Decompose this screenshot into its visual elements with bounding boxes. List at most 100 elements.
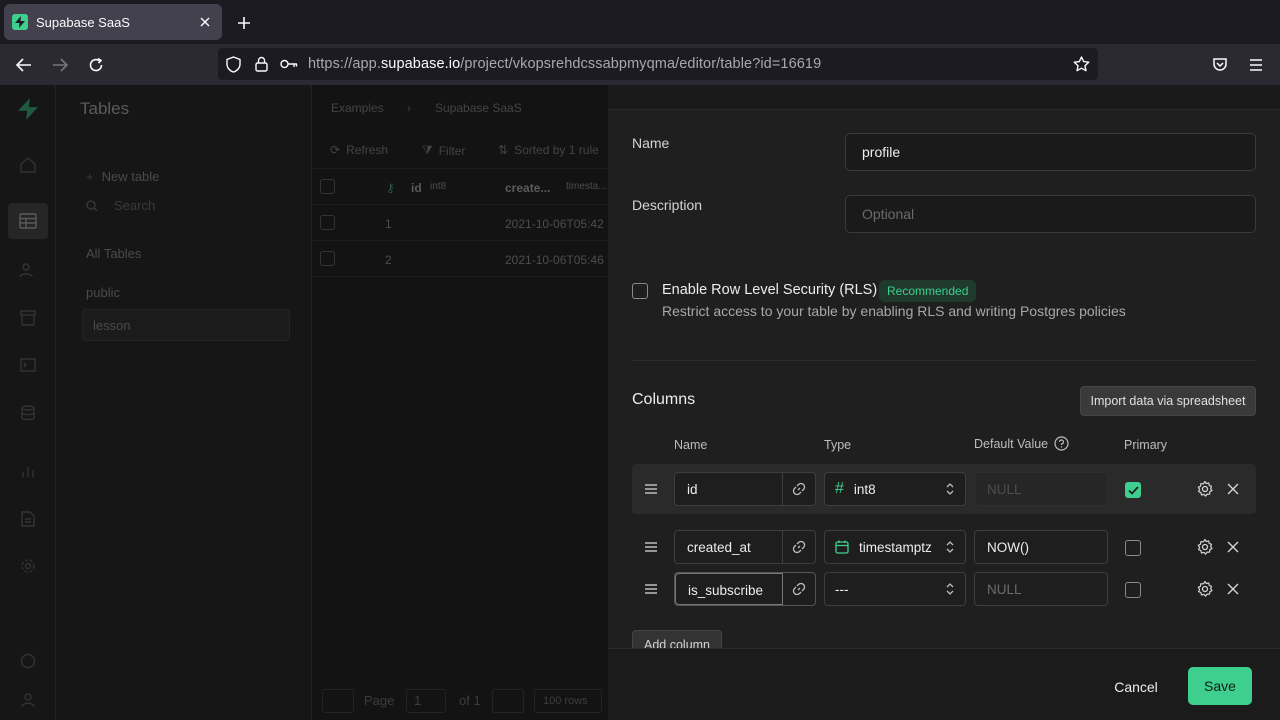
cell-created[interactable]: 2021-10-06T05:42 — [505, 217, 604, 231]
rows-per-page-value: 100 rows — [543, 695, 588, 707]
refresh-button[interactable]: ⟳ Refresh — [330, 143, 388, 157]
sidebar-title: Tables — [80, 99, 130, 118]
column-name-field[interactable]: created_at — [674, 530, 816, 564]
tab-close-icon[interactable] — [194, 11, 216, 33]
table-row[interactable]: 1 2021-10-06T05:42 — [312, 205, 608, 241]
col-header-name: Name — [674, 438, 708, 452]
remove-column-close-icon[interactable] — [1224, 538, 1242, 556]
foreign-key-link-icon[interactable] — [783, 573, 815, 605]
col-header-created[interactable]: create... — [505, 181, 550, 195]
sql-editor-icon[interactable] — [18, 355, 38, 375]
panel-footer: Cancel Save — [608, 648, 1280, 720]
import-spreadsheet-button[interactable]: Import data via spreadsheet — [1080, 386, 1256, 416]
bookmark-star-icon[interactable] — [1072, 55, 1090, 73]
schema-label: public — [86, 285, 120, 300]
help-icon[interactable] — [18, 651, 38, 671]
next-page-button[interactable] — [492, 689, 524, 713]
help-circle-icon[interactable] — [1054, 436, 1069, 451]
sort-icon: ⇅ — [498, 143, 509, 157]
storage-icon[interactable] — [18, 308, 38, 328]
settings-gear-rail-icon[interactable] — [18, 556, 38, 576]
column-type-select[interactable]: # int8 — [824, 472, 966, 506]
pocket-icon[interactable] — [1207, 52, 1233, 78]
cell-id[interactable]: 1 — [385, 217, 392, 231]
search-icon — [86, 199, 98, 211]
description-input[interactable] — [845, 195, 1256, 233]
cancel-button[interactable]: Cancel — [1096, 669, 1176, 705]
save-button[interactable]: Save — [1188, 667, 1252, 705]
column-name-input[interactable]: created_at — [675, 531, 783, 563]
row-checkbox[interactable] — [320, 215, 335, 230]
primary-key-checkbox[interactable] — [1125, 540, 1141, 556]
users-icon[interactable] — [18, 260, 38, 280]
url-text[interactable]: https://app.supabase.io/project/vkopsreh… — [308, 56, 821, 72]
page-input[interactable] — [406, 689, 446, 713]
primary-key-checkbox[interactable] — [1125, 482, 1141, 498]
reload-icon[interactable] — [83, 52, 109, 78]
table-name-input[interactable] — [845, 133, 1256, 171]
remove-column-close-icon[interactable] — [1224, 480, 1242, 498]
primary-key-checkbox[interactable] — [1125, 582, 1141, 598]
filter-button[interactable]: ⧩ Filter — [422, 143, 465, 158]
default-value-input[interactable]: NULL — [974, 572, 1108, 606]
cell-created[interactable]: 2021-10-06T05:46 — [505, 253, 604, 267]
rls-title[interactable]: Enable Row Level Security (RLS) — [662, 282, 877, 298]
col-header-default-label: Default Value — [974, 436, 1049, 451]
account-icon[interactable] — [18, 690, 38, 710]
column-settings-gear-icon[interactable] — [1196, 580, 1214, 598]
url-path: /project/vkopsrehdcssabpmyqma/editor/tab… — [460, 56, 822, 72]
address-bar[interactable]: https://app.supabase.io/project/vkopsreh… — [218, 48, 1098, 80]
shield-icon[interactable] — [224, 55, 242, 73]
drag-handle-icon[interactable] — [644, 582, 658, 596]
hash-type-icon: # — [835, 480, 844, 497]
drag-handle-icon[interactable] — [644, 482, 658, 496]
database-icon[interactable] — [18, 403, 38, 423]
foreign-key-link-icon[interactable] — [783, 473, 815, 505]
col-header-default: Default Value — [974, 436, 1069, 451]
docs-icon[interactable] — [18, 509, 38, 529]
key-permissions-icon[interactable] — [280, 55, 298, 73]
create-table-panel: Name Description Enable Row Level Securi… — [608, 85, 1280, 720]
new-tab-plus-icon[interactable] — [232, 11, 256, 35]
sidebar-search[interactable]: Search — [86, 198, 155, 213]
back-arrow-icon[interactable] — [11, 52, 37, 78]
reports-icon[interactable] — [18, 461, 38, 481]
page-value: 1 — [414, 693, 422, 708]
column-settings-gear-icon[interactable] — [1196, 538, 1214, 556]
column-name-field[interactable]: id — [674, 472, 816, 506]
lock-icon[interactable] — [252, 55, 270, 73]
column-name-field[interactable]: is_subscribe — [674, 572, 816, 606]
rls-checkbox[interactable] — [632, 283, 648, 299]
forward-arrow-icon[interactable] — [47, 52, 73, 78]
prev-page-button[interactable] — [322, 689, 354, 713]
select-all-checkbox[interactable] — [320, 179, 335, 194]
foreign-key-link-icon[interactable] — [783, 531, 815, 563]
default-value-input[interactable]: NOW() — [974, 530, 1108, 564]
column-type-select[interactable]: --- — [824, 572, 966, 606]
cell-id[interactable]: 2 — [385, 253, 392, 267]
new-table-label: New table — [101, 169, 160, 184]
remove-column-close-icon[interactable] — [1224, 580, 1242, 598]
column-type-select[interactable]: timestamptz — [824, 530, 966, 564]
column-name-input[interactable]: id — [675, 473, 783, 505]
menu-hamburger-icon[interactable] — [1243, 52, 1269, 78]
column-settings-gear-icon[interactable] — [1196, 480, 1214, 498]
default-value-input: NULL — [974, 472, 1108, 506]
breadcrumb-project[interactable]: Supabase SaaS — [435, 101, 522, 115]
new-table-button[interactable]: + New table — [86, 169, 159, 184]
tables-sidebar: Tables + New table Search All Tables pub… — [56, 85, 312, 720]
column-name-input[interactable]: is_subscribe — [675, 573, 783, 605]
table-select[interactable]: lesson — [82, 309, 290, 341]
breadcrumb-org[interactable]: Examples — [331, 101, 384, 115]
calendar-type-icon — [835, 540, 849, 554]
columns-title: Columns — [632, 391, 696, 408]
table-row[interactable]: 2 2021-10-06T05:46 — [312, 241, 608, 277]
row-checkbox[interactable] — [320, 251, 335, 266]
supabase-logo-icon[interactable] — [18, 98, 38, 120]
home-icon[interactable] — [18, 155, 38, 175]
browser-tab[interactable]: Supabase SaaS — [4, 4, 222, 40]
table-editor-icon[interactable] — [8, 203, 48, 239]
sort-button[interactable]: ⇅ Sorted by 1 rule — [498, 143, 599, 157]
drag-handle-icon[interactable] — [644, 540, 658, 554]
col-header-id[interactable]: id — [411, 181, 422, 195]
